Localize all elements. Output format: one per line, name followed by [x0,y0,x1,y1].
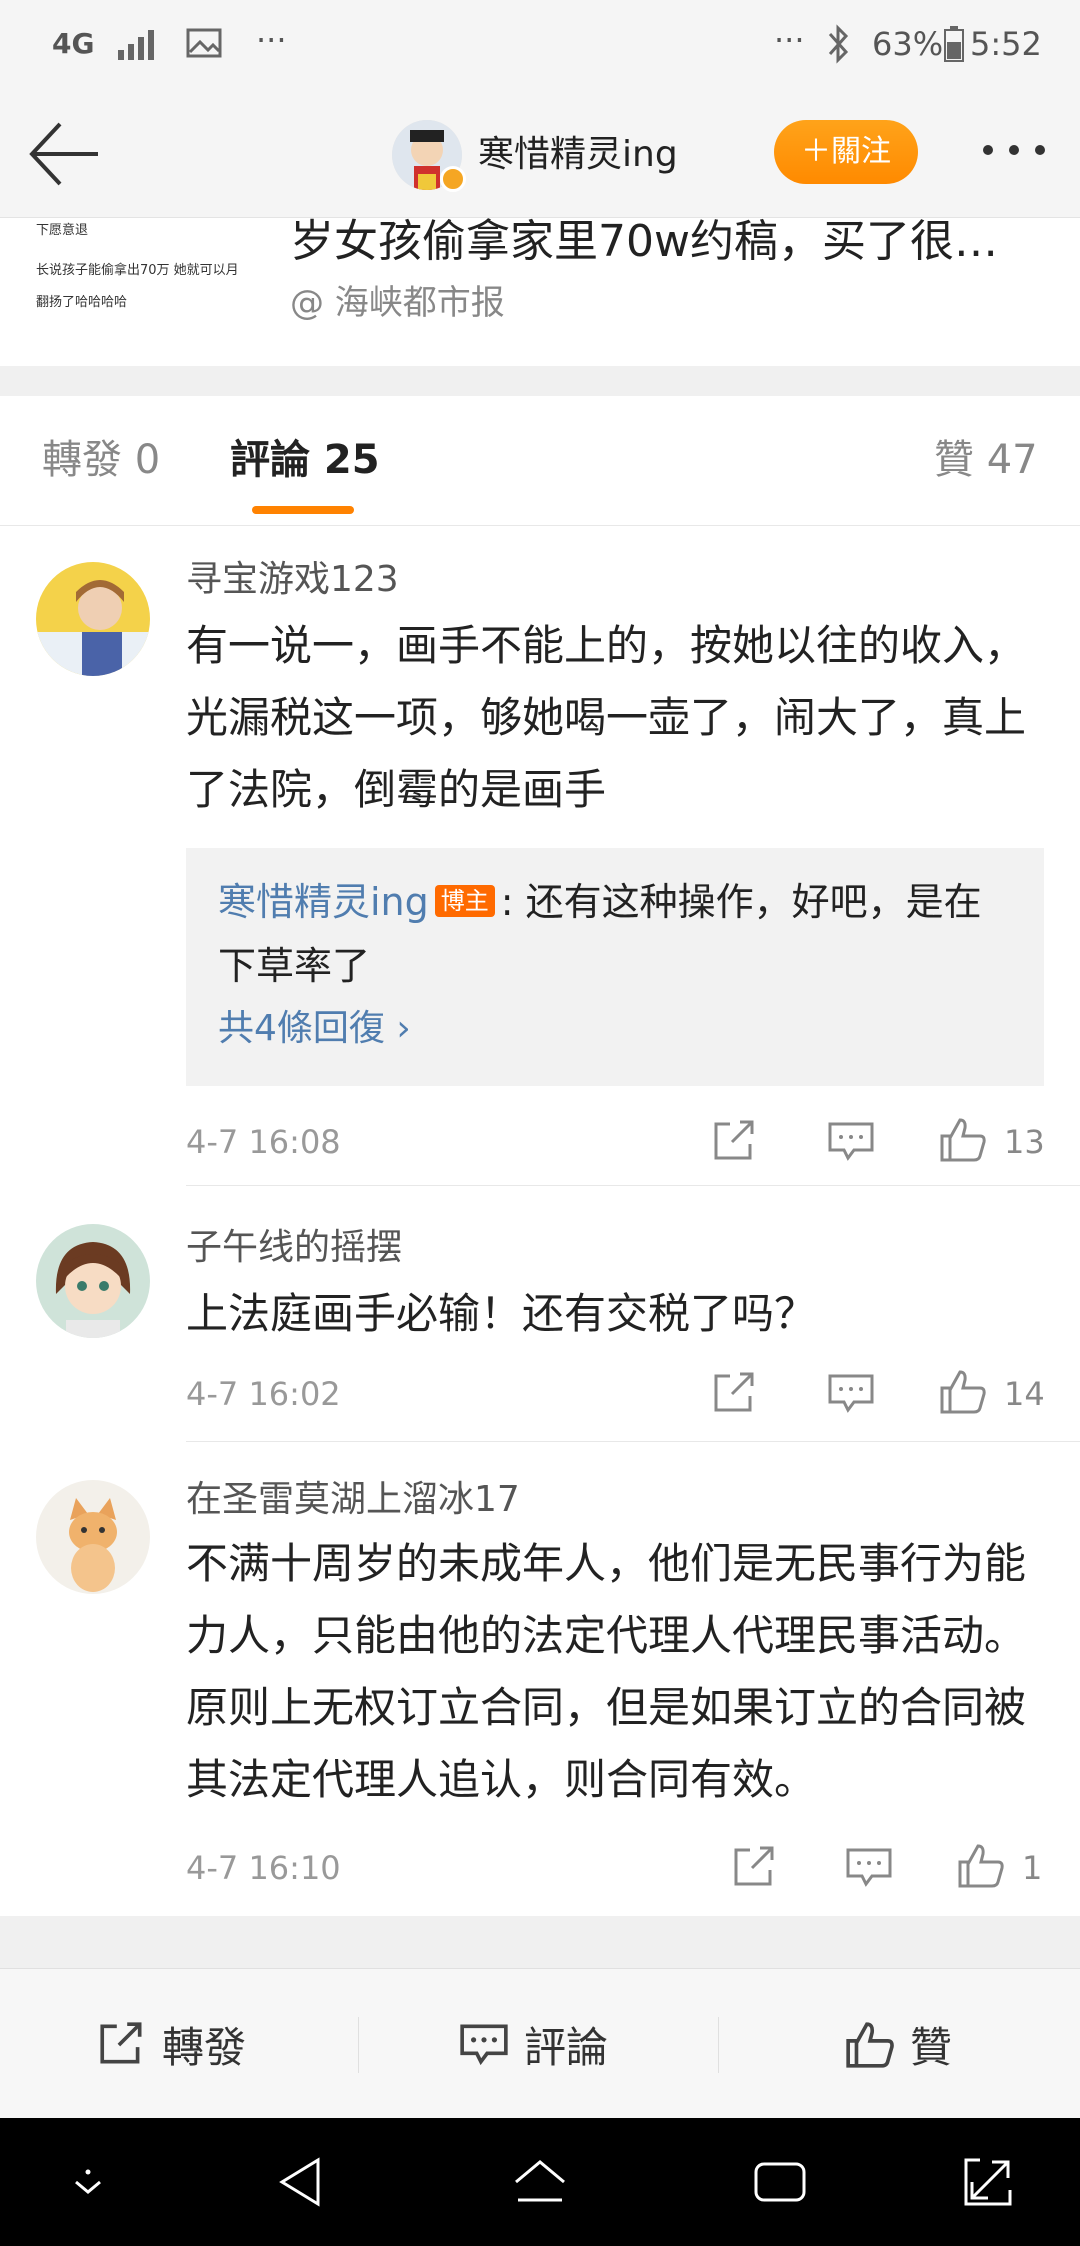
bottom-action-bar: 轉發 評論 贊 [0,1968,1080,2118]
back-arrow-icon[interactable] [24,116,104,192]
repost-button[interactable]: 轉發 [96,1969,246,2119]
like-count: 1 [1022,1849,1043,1887]
battery-percent: 63% [872,25,944,63]
signal-icon [118,30,154,60]
like-count: 14 [1004,1375,1045,1413]
list-end-separator [0,1916,1080,1968]
thumbnail-text-line: 下愿意退 [36,223,89,238]
like-icon[interactable] [938,1116,988,1162]
home-icon[interactable] [510,2152,570,2212]
comment-text: 有一说一，画手不能上的，按她以往的收入，光漏税这一项，够她喝一壶了，闹大了，真上… [186,621,1027,814]
like-icon[interactable] [938,1368,988,1414]
clock: 5:52 [970,25,1042,63]
quoted-original-post[interactable]: 下愿意退 长说孩子能偷拿出70万 她就可以月 翻扬了哈哈哈哈 岁女孩偷拿家里70… [0,218,1080,366]
more-options-icon[interactable] [978,130,1050,170]
repost-icon[interactable] [710,1370,760,1416]
repost-icon [100,2022,142,2064]
quoted-post-source: @ 海峡都市报 [290,283,505,323]
image-notification-icon [186,28,222,58]
expand-icon[interactable] [958,2152,1018,2212]
action-divider [358,2017,359,2073]
commenter-avatar[interactable] [36,1224,150,1338]
comment-text: 上法庭画手必输！还有交税了吗？ [186,1289,817,1338]
quoted-thumbnail: 下愿意退 长说孩子能偷拿出70万 她就可以月 翻扬了哈哈哈哈 [36,218,256,346]
like-icon[interactable] [956,1842,1006,1888]
comment-button[interactable]: 評論 [458,1969,608,2119]
back-triangle-icon[interactable] [272,2152,332,2212]
anime-avatar-icon [36,1224,150,1338]
comment-divider [186,1441,1080,1442]
comment-item: 在圣雷莫湖上溜冰17 不满十周岁的未成年人，他们是无民事行为能力人，只能由他的法… [0,1444,1080,1916]
status-more-icon: ··· [774,21,805,59]
comment-text: 不满十周岁的未成年人，他们是无民事行为能力人，只能由他的法定代理人代理民事活动。… [186,1539,1027,1804]
notification-more-icon: ··· [256,21,287,59]
follow-button[interactable]: ＋關注 [774,120,918,184]
commenter-name[interactable]: 在圣雷莫湖上溜冰17 [186,1476,520,1524]
repost-icon[interactable] [710,1118,760,1164]
tab-likes[interactable]: 贊 47 [934,432,1038,488]
reply-text-block: 寒惜精灵ing 博主: 还有这种操作，好吧，是在下草率了 [218,870,1018,998]
like-icon [846,2022,894,2068]
comment-time: 4-7 16:10 [186,1849,341,1887]
top-header: 寒惜精灵ing ＋關注 [0,90,1080,218]
comment-label: 評論 [524,2022,609,2072]
like-button[interactable]: 贊 [844,1969,952,2119]
comment-icon [460,2024,508,2066]
recent-apps-icon[interactable] [750,2152,810,2212]
verified-badge-icon [440,166,466,192]
comment-icon[interactable] [844,1844,894,1890]
interaction-tabs: 轉發 0 評論 25 贊 47 [0,396,1080,526]
cat-avatar-icon [36,1480,150,1594]
thumbnail-text-line: 翻扬了哈哈哈哈 [36,295,128,310]
repost-label: 轉發 [162,2022,247,2072]
comment-icon[interactable] [826,1370,876,1416]
action-divider [718,2017,719,2073]
thumbnail-text-line: 长说孩子能偷拿出70万 她就可以月 [36,263,239,278]
comment-item: 子午线的摇摆 上法庭画手必输！还有交税了吗？ 4-7 16:02 14 [0,1188,1080,1442]
commenter-avatar[interactable] [36,562,150,676]
reply-author[interactable]: 寒惜精灵ing [218,880,429,924]
comment-item: 寻宝游戏123 有一说一，画手不能上的，按她以往的收入，光漏税这一项，够她喝一壶… [0,526,1080,1186]
avatar-photo-icon [36,562,150,676]
commenter-name[interactable]: 子午线的摇摆 [186,1224,402,1272]
tab-repost[interactable]: 轉發 0 [42,432,160,488]
active-tab-indicator [252,506,354,514]
repost-icon[interactable] [730,1844,780,1890]
network-type: 4G [52,27,95,60]
status-bar: 4G ··· ··· 63% 5:52 [0,0,1080,90]
quoted-post-title: 岁女孩偷拿家里70w约稿，买了很… [290,218,998,267]
like-label: 贊 [910,2022,953,2072]
reply-preview[interactable]: 寒惜精灵ing 博主: 还有这种操作，好吧，是在下草率了 共4條回復 › [186,848,1044,1086]
battery-icon [944,26,964,62]
tab-comments[interactable]: 評論 25 [230,432,380,488]
chevron-down-icon[interactable] [58,2152,118,2212]
bluetooth-icon [828,24,849,64]
system-navigation-bar [0,2118,1080,2246]
like-count: 13 [1004,1123,1045,1161]
comment-time: 4-7 16:08 [186,1123,341,1161]
section-separator [0,366,1080,396]
blogger-badge: 博主 [434,885,495,917]
comment-time: 4-7 16:02 [186,1375,341,1413]
comment-icon[interactable] [826,1118,876,1164]
author-name[interactable]: 寒惜精灵ing [478,130,678,180]
commenter-name[interactable]: 寻宝游戏123 [186,556,399,604]
commenter-avatar[interactable] [36,1480,150,1594]
view-all-replies-link[interactable]: 共4條回復 › [218,1004,411,1054]
comment-divider [186,1185,1080,1186]
